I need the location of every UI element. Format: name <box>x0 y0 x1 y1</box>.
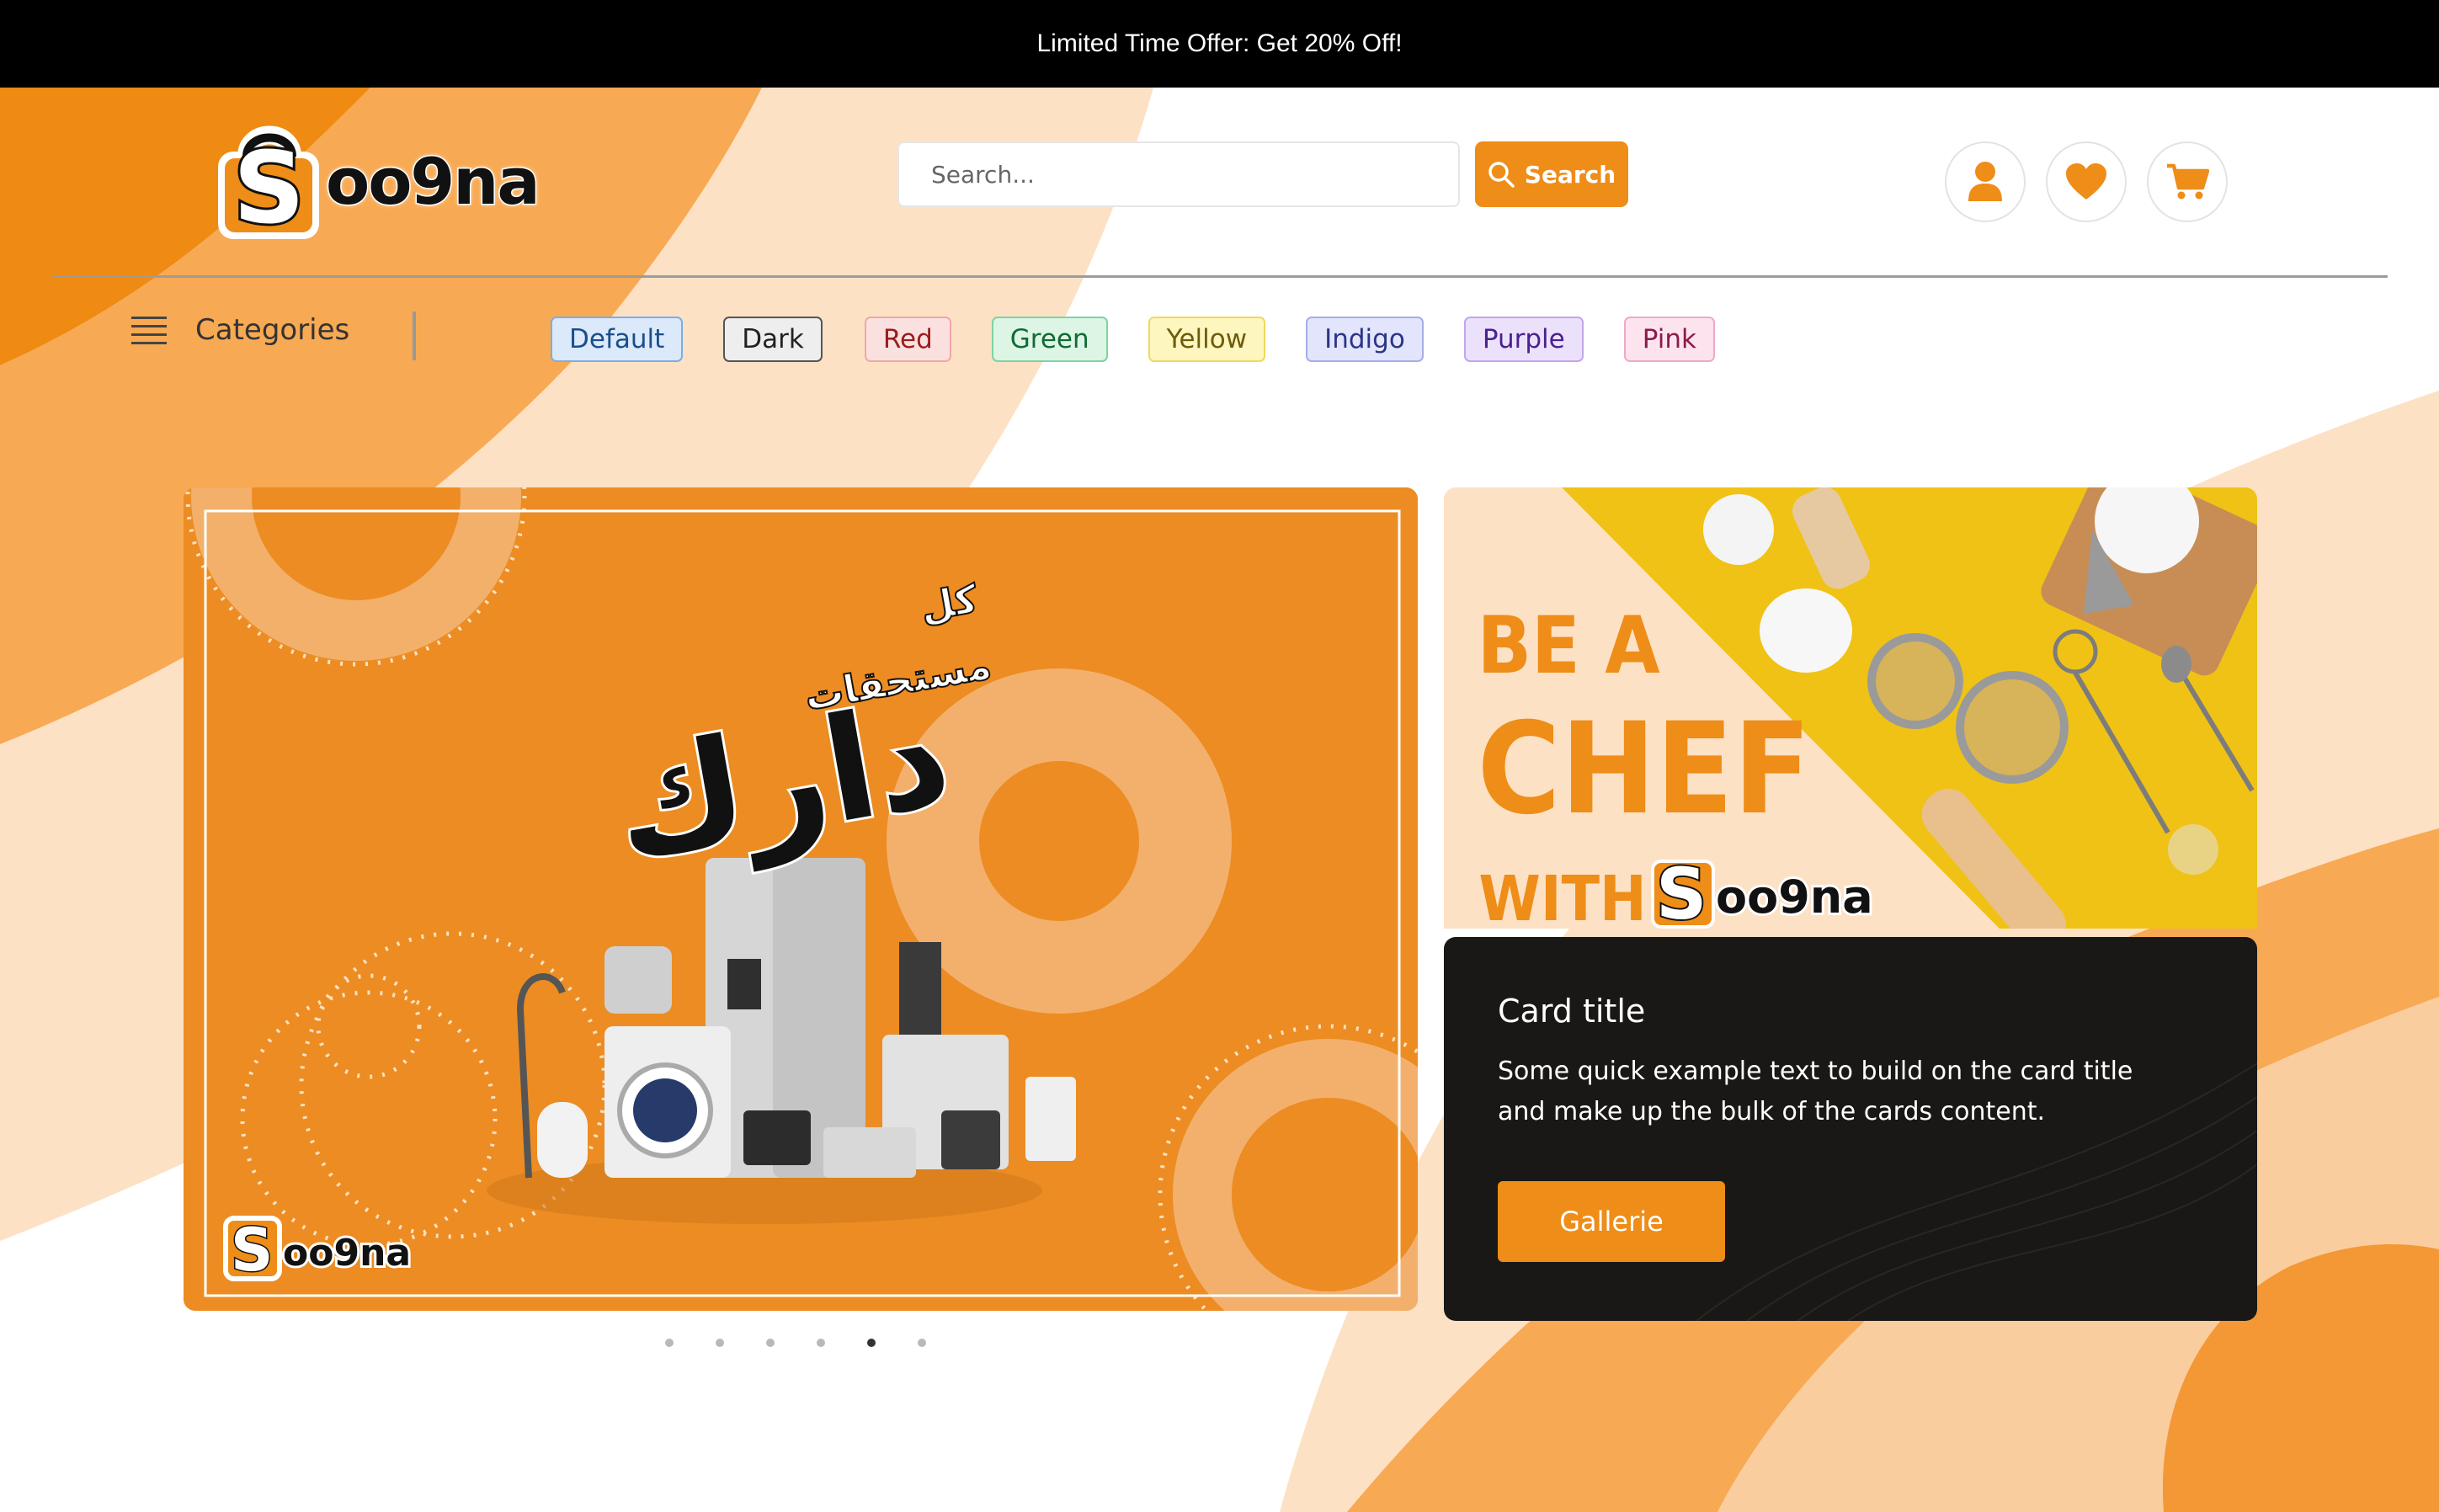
carousel-dot[interactable] <box>665 1339 674 1347</box>
categories-toggle[interactable]: Categories <box>131 313 349 347</box>
promo-line2: CHEF <box>1478 695 1811 842</box>
theme-label: Dark <box>742 324 804 354</box>
card-title: Card title <box>1498 993 1646 1030</box>
logo-letter: S <box>231 127 307 248</box>
theme-purple-button[interactable]: Purple <box>1463 317 1584 362</box>
carousel-dot[interactable] <box>766 1339 775 1347</box>
carousel-indicators <box>665 1339 926 1347</box>
promo-line1: BE A <box>1478 600 1660 692</box>
info-card: Card title Some quick example text to bu… <box>1444 937 2257 1321</box>
theme-label: Indigo <box>1324 324 1405 354</box>
promo-line3: WITH <box>1478 863 1646 929</box>
search-button[interactable]: Search <box>1475 141 1628 207</box>
hero-carousel[interactable]: كل مستحقات دارك S oo9na <box>184 487 1418 1311</box>
theme-yellow-button[interactable]: Yellow <box>1148 317 1266 362</box>
wishlist-button[interactable] <box>2046 141 2127 222</box>
gallerie-button[interactable]: Gallerie <box>1498 1181 1725 1262</box>
theme-pink-button[interactable]: Pink <box>1623 317 1715 362</box>
announcement-text: Limited Time Offer: Get 20% Off! <box>1036 29 1403 57</box>
user-icon <box>1968 162 2002 201</box>
search-input[interactable] <box>897 141 1460 207</box>
logo-wordmark: oo9na <box>325 142 542 220</box>
carousel-dot[interactable] <box>716 1339 724 1347</box>
theme-label: Green <box>1009 324 1089 354</box>
theme-label: Red <box>882 324 933 354</box>
cart-button[interactable] <box>2147 141 2228 222</box>
theme-dark-button[interactable]: Dark <box>723 317 823 362</box>
carousel-slide-image: كل مستحقات دارك S oo9na <box>184 487 1418 1311</box>
carousel-dot[interactable] <box>867 1339 876 1347</box>
header-icons <box>1945 141 2228 222</box>
theme-default-button[interactable]: Default <box>551 317 684 362</box>
theme-red-button[interactable]: Red <box>864 317 951 362</box>
promo-logo-letter: S <box>1656 853 1707 929</box>
account-button[interactable] <box>1945 141 2026 222</box>
heart-icon <box>2066 163 2106 200</box>
theme-indigo-button[interactable]: Indigo <box>1306 317 1424 362</box>
card-text: Some quick example text to build on the … <box>1498 1057 2133 1126</box>
menu-icon <box>131 317 167 344</box>
brand-logo[interactable]: S oo9na <box>215 118 542 248</box>
categories-label: Categories <box>195 313 350 347</box>
promo-card-image: BE A CHEF WITH S oo9na <box>1444 487 2257 929</box>
cart-icon <box>2167 163 2209 200</box>
slide-logo-text: oo9na <box>283 1232 411 1275</box>
search-button-label: Search <box>1524 160 1616 189</box>
theme-switcher: Default Dark Red Green Yellow Indigo Pur… <box>551 317 1715 362</box>
theme-label: Purple <box>1482 324 1565 354</box>
theme-label: Yellow <box>1166 324 1248 354</box>
search-bar: Search <box>897 141 1628 207</box>
categories-separator <box>413 311 416 360</box>
slide-logo-letter: S <box>231 1216 273 1285</box>
announcement-bar: Limited Time Offer: Get 20% Off! <box>0 0 2439 88</box>
header-divider <box>52 275 2388 278</box>
search-icon <box>1488 162 1515 188</box>
theme-green-button[interactable]: Green <box>991 317 1108 362</box>
carousel-dot[interactable] <box>817 1339 825 1347</box>
theme-label: Default <box>569 324 665 354</box>
carousel-dot[interactable] <box>918 1339 926 1347</box>
chef-promo-image: BE A CHEF WITH S oo9na <box>1444 487 2257 929</box>
theme-label: Pink <box>1642 324 1696 354</box>
promo-logo-text: oo9na <box>1716 870 1873 924</box>
